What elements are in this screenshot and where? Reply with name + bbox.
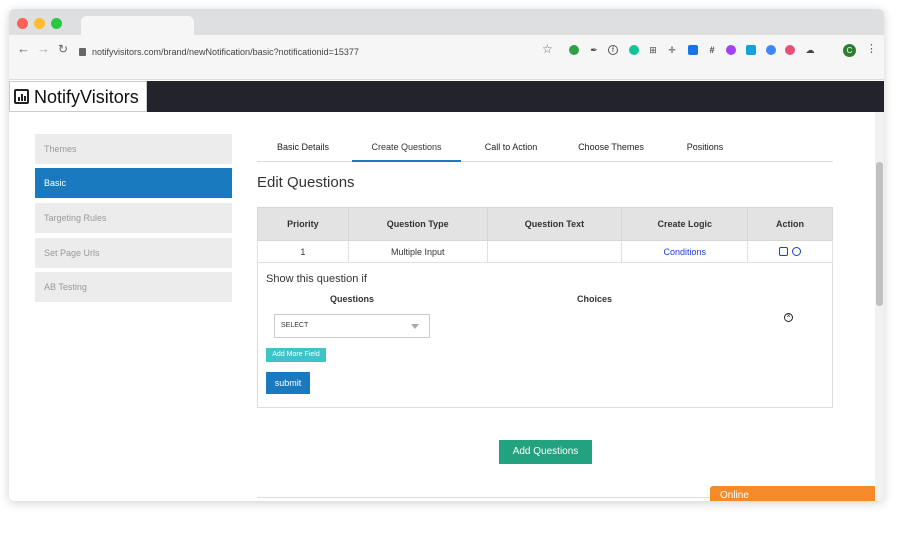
page-title: Edit Questions bbox=[257, 174, 355, 191]
reload-icon[interactable]: ↻ bbox=[58, 42, 68, 56]
browser-menu-icon[interactable]: ⋮ bbox=[866, 42, 877, 55]
browser-window: ← → ↻ notifyvisitors.com/brand/newNotifi… bbox=[9, 9, 884, 501]
tab-call-to-action[interactable]: Call to Action bbox=[467, 136, 555, 162]
back-arrow-icon[interactable]: ← bbox=[17, 42, 30, 56]
delete-icon[interactable] bbox=[792, 246, 802, 256]
questions-label: Questions bbox=[330, 294, 375, 304]
submit-button[interactable]: submit bbox=[266, 372, 310, 394]
choices-label: Choices bbox=[577, 294, 613, 304]
sidebar-item-targeting-rules[interactable]: Targeting Rules bbox=[35, 203, 232, 233]
extension-green-shield-icon[interactable] bbox=[569, 45, 579, 55]
extension-chrome-icon[interactable] bbox=[766, 45, 776, 55]
main-content: Themes Basic Targeting Rules Set Page Ur… bbox=[9, 112, 884, 501]
extension-hash-icon[interactable]: # bbox=[707, 45, 717, 55]
bookmark-star-icon[interactable]: ☆ bbox=[542, 42, 553, 56]
sidebar-item-themes[interactable]: Themes bbox=[35, 134, 232, 164]
extension-fx-icon[interactable]: f bbox=[608, 45, 618, 55]
profile-avatar[interactable]: C bbox=[843, 44, 856, 57]
column-header-question-type: Question Type bbox=[347, 207, 488, 241]
question-select[interactable]: SELECT bbox=[274, 314, 430, 338]
cell-priority: 1 bbox=[257, 240, 349, 263]
extension-move-icon[interactable]: ✛ bbox=[667, 45, 677, 55]
logic-panel: Show this question if Questions Choices … bbox=[257, 262, 833, 408]
app-header: NotifyVisitors bbox=[9, 81, 884, 112]
table-header-row: Priority Question Type Question Text Cre… bbox=[257, 207, 833, 241]
url-text: notifyvisitors.com/brand/newNotification… bbox=[92, 47, 359, 57]
conditions-link[interactable]: Conditions bbox=[621, 240, 749, 263]
tab-choose-themes[interactable]: Choose Themes bbox=[565, 136, 657, 162]
extension-colorpicker-icon[interactable] bbox=[785, 45, 795, 55]
extension-crop-icon[interactable]: ⊞ bbox=[648, 45, 658, 55]
lock-icon bbox=[79, 48, 86, 56]
column-header-question-text: Question Text bbox=[486, 207, 623, 241]
maximize-window-icon[interactable] bbox=[51, 18, 62, 29]
scrollbar-thumb[interactable] bbox=[876, 162, 883, 306]
extension-grammarly-icon[interactable] bbox=[629, 45, 639, 55]
tab-create-questions[interactable]: Create Questions bbox=[352, 136, 461, 162]
minimize-window-icon[interactable] bbox=[34, 18, 45, 29]
add-questions-button[interactable]: Add Questions bbox=[499, 440, 592, 464]
browser-tab[interactable] bbox=[81, 16, 194, 35]
question-select-value: SELECT bbox=[281, 322, 309, 329]
tab-positions[interactable]: Positions bbox=[667, 136, 743, 162]
extension-dropper-icon[interactable]: ✒ bbox=[589, 45, 599, 55]
logo[interactable]: NotifyVisitors bbox=[9, 81, 147, 112]
add-more-field-button[interactable]: Add More Field bbox=[266, 348, 326, 362]
forward-arrow-icon[interactable]: → bbox=[37, 42, 50, 56]
questions-table: Priority Question Type Question Text Cre… bbox=[257, 207, 833, 263]
column-header-priority: Priority bbox=[257, 207, 349, 241]
sidebar-item-set-page-urls[interactable]: Set Page Urls bbox=[35, 238, 232, 268]
tab-basic-details[interactable]: Basic Details bbox=[257, 136, 349, 162]
extension-screenshot-icon[interactable] bbox=[746, 45, 756, 55]
browser-tabbar bbox=[9, 9, 884, 35]
table-row: 1 Multiple Input Conditions bbox=[257, 240, 833, 263]
chat-online-widget[interactable]: Online bbox=[710, 486, 877, 501]
sidebar-item-basic[interactable]: Basic bbox=[35, 168, 232, 198]
logo-text: NotifyVisitors bbox=[34, 87, 139, 107]
logo-chart-icon bbox=[14, 89, 29, 104]
extension-palette-icon[interactable] bbox=[726, 45, 736, 55]
chevron-down-icon bbox=[411, 324, 419, 329]
cell-question-text bbox=[486, 240, 623, 263]
extension-pen-icon[interactable] bbox=[688, 45, 698, 55]
logic-heading: Show this question if bbox=[266, 273, 367, 285]
remove-condition-icon[interactable]: × bbox=[784, 313, 793, 322]
column-header-create-logic: Create Logic bbox=[621, 207, 749, 241]
edit-icon[interactable] bbox=[779, 246, 789, 256]
url-field[interactable]: notifyvisitors.com/brand/newNotification… bbox=[79, 43, 449, 61]
close-window-icon[interactable] bbox=[17, 18, 28, 29]
cell-action bbox=[747, 240, 833, 263]
column-header-action: Action bbox=[747, 207, 833, 241]
extension-cloud-icon[interactable]: ☁ bbox=[805, 45, 815, 55]
cell-question-type: Multiple Input bbox=[347, 240, 488, 263]
sidebar-item-ab-testing[interactable]: AB Testing bbox=[35, 272, 232, 302]
tab-bar: Basic Details Create Questions Call to A… bbox=[257, 136, 833, 162]
